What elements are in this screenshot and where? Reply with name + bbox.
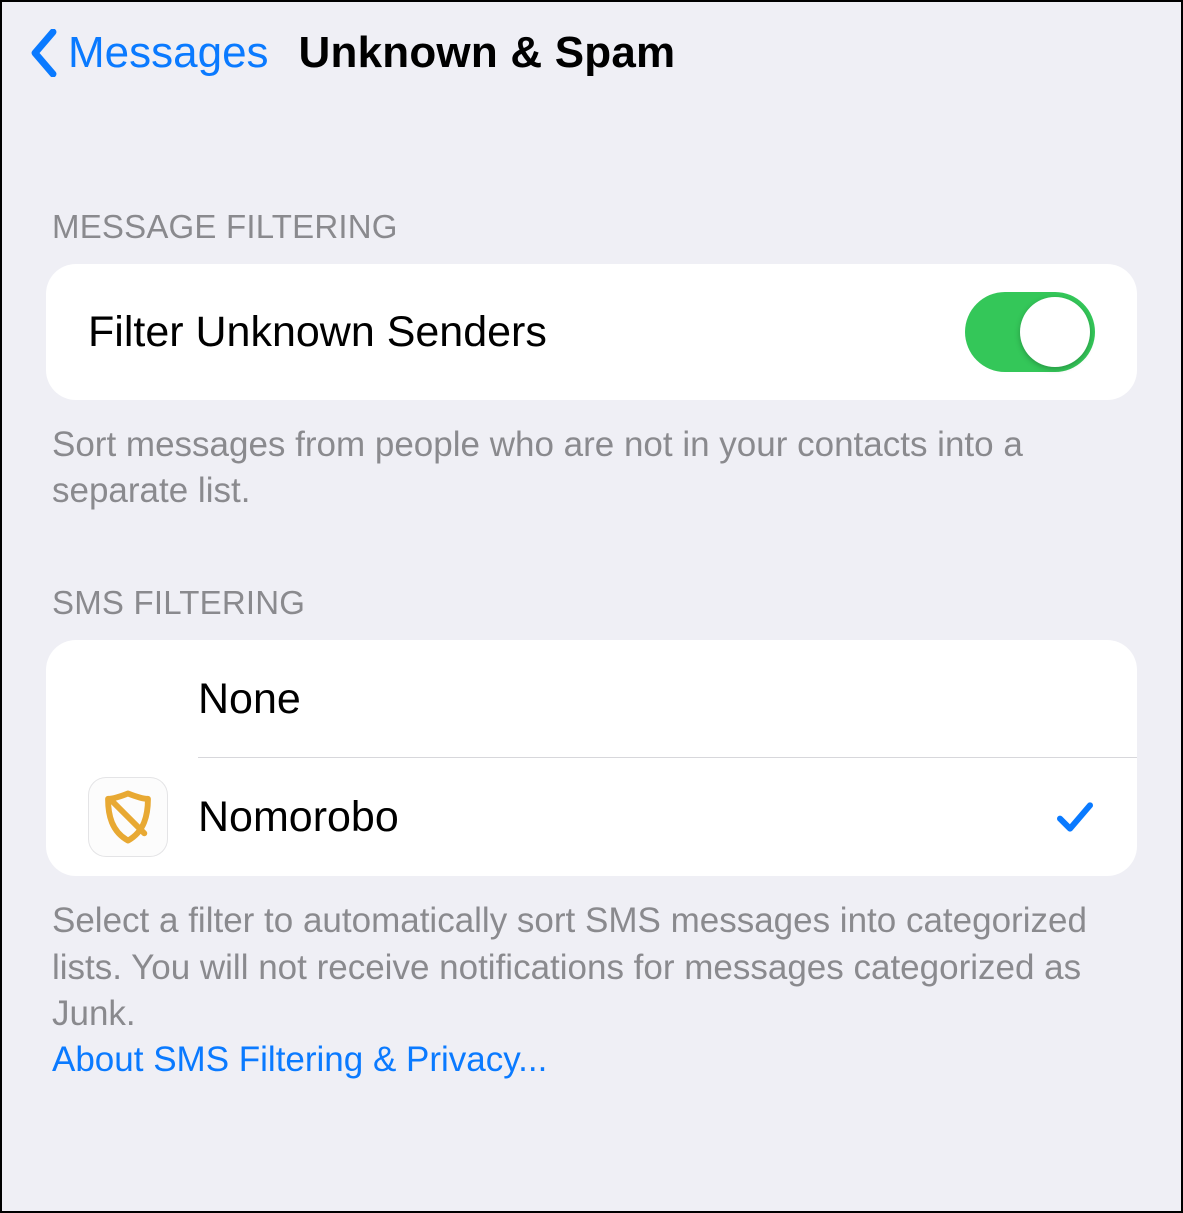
page-title: Unknown & Spam — [299, 28, 676, 78]
sms-option-label: None — [198, 675, 1095, 724]
nomorobo-app-icon — [88, 777, 168, 857]
section-header-sms-filtering: SMS FILTERING — [46, 584, 1137, 640]
message-filtering-footer: Sort messages from people who are not in… — [46, 400, 1137, 514]
filter-unknown-label: Filter Unknown Senders — [88, 308, 547, 357]
sms-option-label: Nomorobo — [198, 793, 1055, 842]
sms-option-nomorobo[interactable]: Nomorobo — [46, 758, 1137, 876]
filter-unknown-row: Filter Unknown Senders — [46, 264, 1137, 400]
sms-option-none[interactable]: None — [46, 640, 1137, 758]
back-label: Messages — [68, 28, 269, 78]
sms-privacy-link[interactable]: About SMS Filtering & Privacy... — [52, 1040, 547, 1079]
shield-icon — [99, 788, 157, 846]
checkmark-icon — [1055, 797, 1095, 837]
message-filtering-panel: Filter Unknown Senders — [46, 264, 1137, 400]
section-header-message-filtering: MESSAGE FILTERING — [46, 208, 1137, 264]
chevron-left-icon — [30, 29, 58, 77]
switch-knob — [1020, 297, 1090, 367]
sms-footer-text: Select a filter to automatically sort SM… — [52, 901, 1087, 1032]
sms-filtering-footer: Select a filter to automatically sort SM… — [46, 876, 1137, 1083]
back-button[interactable]: Messages — [30, 28, 269, 78]
filter-unknown-toggle[interactable] — [965, 292, 1095, 372]
sms-filtering-panel: None Nomorobo — [46, 640, 1137, 876]
